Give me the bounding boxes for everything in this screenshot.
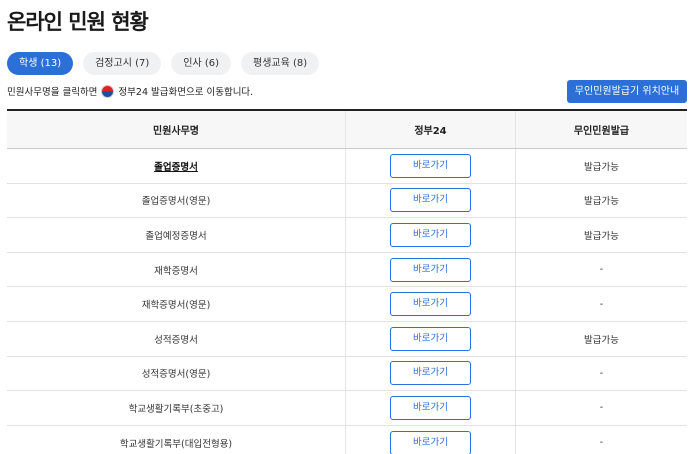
civil-service-table: 민원사무명 정부24 무인민원발급 졸업증명서 바로가기 발급가능 졸업증명서(영문)…: [7, 109, 687, 454]
kiosk-status: -: [599, 264, 604, 276]
go-button[interactable]: 바로가기: [390, 395, 471, 420]
kiosk-status: -: [599, 367, 604, 379]
gov24-cell: 바로가기: [346, 287, 516, 321]
service-name-link[interactable]: 성적증명서: [154, 332, 198, 346]
service-name-link[interactable]: 졸업증명서: [154, 159, 198, 173]
gov24-cell: 바로가기: [346, 356, 516, 391]
notice-suffix: 정부24 발급화면으로 이동합니다.: [118, 87, 254, 98]
table-row: 재학증명서(영문) 바로가기 -: [7, 287, 687, 322]
tab-lifelong-education[interactable]: 평생교육 (8): [241, 52, 320, 75]
header-gov24: 정부24: [346, 111, 516, 148]
table-row: 학교생활기록부(대입전형용) 바로가기 -: [7, 425, 687, 454]
korea-flag-icon: [101, 84, 115, 98]
service-name-link[interactable]: 졸업예정증명서: [145, 228, 206, 242]
gov24-cell: 바로가기: [346, 183, 516, 218]
service-name-link[interactable]: 학교생활기록부(대입전형용): [120, 436, 232, 450]
gov24-cell: 바로가기: [346, 218, 516, 252]
service-name-cell: 성적증명서: [7, 321, 346, 356]
kiosk-status: 발급가능: [584, 161, 619, 173]
kiosk-location-button[interactable]: 무인민원발급기 위치안내: [567, 80, 687, 103]
page-title: 온라인 민원 현황: [7, 10, 149, 34]
go-button[interactable]: 바로가기: [390, 430, 471, 454]
table-header-row: 민원사무명 정부24 무인민원발급: [7, 111, 687, 149]
tab-ged[interactable]: 검정고시 (7): [83, 52, 162, 75]
kiosk-status: 발급가능: [584, 230, 619, 242]
header-kiosk: 무인민원발급: [573, 126, 630, 137]
service-name-cell: 성적증명서(영문): [7, 356, 346, 391]
go-button[interactable]: 바로가기: [390, 326, 471, 351]
table-row: 성적증명서 바로가기 발급가능: [7, 321, 687, 357]
service-name-cell: 재학증명서(영문): [7, 287, 346, 321]
go-button[interactable]: 바로가기: [390, 153, 471, 178]
service-name-link[interactable]: 재학증명서(영문): [142, 297, 211, 311]
gov24-cell: 바로가기: [346, 391, 516, 425]
kiosk-status: 발급가능: [584, 334, 619, 346]
go-button[interactable]: 바로가기: [390, 188, 471, 213]
go-button[interactable]: 바로가기: [390, 361, 471, 386]
table-row: 학교생활기록부(초중고) 바로가기 -: [7, 391, 687, 426]
service-name-link[interactable]: 성적증명서(영문): [142, 366, 211, 380]
tab-personnel[interactable]: 인사 (6): [171, 52, 232, 75]
service-name-cell: 학교생활기록부(초중고): [7, 391, 346, 425]
category-tabs: 학생 (13) 검정고시 (7) 인사 (6) 평생교육 (8): [7, 52, 320, 75]
kiosk-status: -: [599, 402, 604, 414]
service-name-link[interactable]: 학교생활기록부(초중고): [129, 401, 224, 415]
kiosk-status: -: [599, 298, 604, 310]
gov24-cell: 바로가기: [346, 425, 516, 454]
table-row: 졸업증명서 바로가기 발급가능: [7, 149, 687, 184]
kiosk-status: -: [599, 437, 604, 449]
service-name-link[interactable]: 재학증명서: [154, 263, 198, 277]
go-button[interactable]: 바로가기: [390, 292, 471, 317]
table-row: 재학증명서 바로가기 -: [7, 252, 687, 288]
header-service-name: 민원사무명: [7, 111, 346, 148]
go-button[interactable]: 바로가기: [390, 222, 471, 247]
service-name-link[interactable]: 졸업증명서(영문): [142, 193, 211, 207]
gov24-cell: 바로가기: [346, 149, 516, 183]
kiosk-status: 발급가능: [584, 196, 619, 208]
table-row: 성적증명서(영문) 바로가기 -: [7, 356, 687, 392]
service-name-cell: 졸업증명서(영문): [7, 183, 346, 218]
notice-text: 민원사무명을 클릭하면 정부24 발급화면으로 이동합니다.: [7, 84, 253, 98]
table-row: 졸업증명서(영문) 바로가기 발급가능: [7, 183, 687, 219]
gov24-cell: 바로가기: [346, 252, 516, 287]
go-button[interactable]: 바로가기: [390, 257, 471, 282]
table-row: 졸업예정증명서 바로가기 발급가능: [7, 218, 687, 253]
service-name-cell: 졸업증명서: [7, 149, 346, 183]
service-name-cell: 재학증명서: [7, 252, 346, 287]
gov24-cell: 바로가기: [346, 321, 516, 356]
tab-student[interactable]: 학생 (13): [7, 52, 74, 75]
service-name-cell: 졸업예정증명서: [7, 218, 346, 252]
service-name-cell: 학교생활기록부(대입전형용): [7, 425, 346, 454]
notice-prefix: 민원사무명을 클릭하면: [7, 87, 98, 98]
